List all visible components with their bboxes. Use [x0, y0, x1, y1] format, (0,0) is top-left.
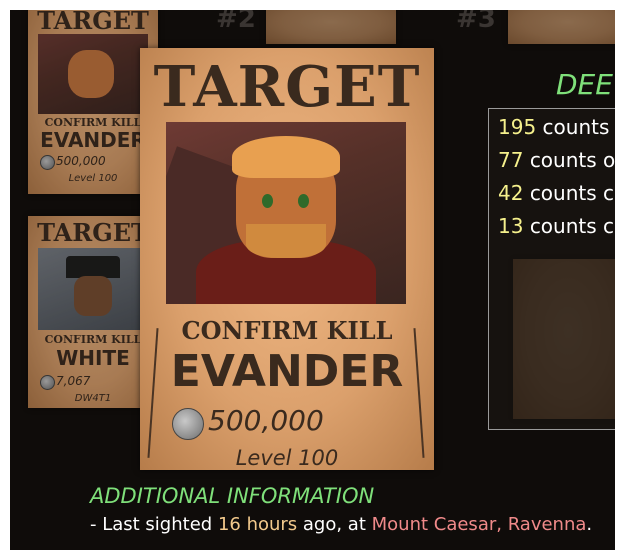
last-sighted-text: - Last sighted 16 hours ago, at Mount Ca…: [90, 514, 593, 535]
beard-icon: [246, 224, 326, 258]
poster-photo: [38, 248, 148, 330]
poster-photo: [38, 34, 148, 114]
poster-title: TARGET: [37, 218, 149, 247]
poster-name: EVANDER: [40, 128, 146, 152]
stat-row: 195 counts: [498, 115, 610, 139]
poster-name: EVANDER: [170, 346, 404, 397]
rank-2-label: #2: [216, 10, 256, 34]
stats-panel: 195 counts 77 counts o 42 counts c 13 co…: [488, 108, 615, 430]
hair-icon: [232, 136, 340, 178]
poster-name: WHITE: [56, 346, 130, 370]
main-wanted-poster[interactable]: TARGET CONFIRM KILL EVANDER 500,000 Leve…: [140, 48, 434, 470]
poster-confirm-label: CONFIRM KILL: [44, 333, 142, 346]
right-eye-icon: [298, 194, 309, 208]
game-viewport: #2 #3 TARGET CONFIRM KILL EVANDER 500,00…: [10, 10, 615, 550]
stat-row: 42 counts c: [498, 181, 615, 205]
character-head-icon: [74, 276, 112, 316]
poster-title: TARGET: [153, 54, 421, 120]
sighted-hours: 16 hours: [217, 514, 298, 535]
stat-row: 77 counts o: [498, 148, 615, 172]
hat-icon: [66, 256, 120, 278]
poster-bounty: 500,000: [56, 154, 106, 168]
left-eye-icon: [262, 194, 273, 208]
side-poster-white[interactable]: TARGET CONFIRM KILL WHITE 7,067 DW4T1: [28, 216, 158, 408]
sighted-location: Mount Caesar, Ravenna: [371, 514, 587, 535]
character-head-icon: [68, 50, 114, 98]
coin-icon: [40, 155, 55, 170]
poster-photo: [166, 122, 406, 304]
stat-row: 13 counts c: [498, 214, 615, 238]
bg-poster-panel: [513, 259, 615, 419]
bg-poster-top-middle: [266, 10, 396, 44]
side-poster-evander[interactable]: TARGET CONFIRM KILL EVANDER 500,000 Leve…: [28, 10, 158, 194]
poster-title: TARGET: [37, 10, 149, 35]
bg-poster-top-right: [508, 10, 615, 44]
additional-info-heading: ADDITIONAL INFORMATION: [90, 484, 375, 508]
poster-level: Level 100: [235, 446, 339, 470]
coin-icon: [172, 408, 204, 440]
character-head-icon: [232, 136, 340, 258]
poster-bounty: 7,067: [56, 374, 91, 388]
poster-bounty: 500,000: [208, 404, 324, 437]
stats-heading: DEE: [556, 68, 613, 101]
coin-icon: [40, 375, 55, 390]
poster-confirm-label: CONFIRM KILL: [181, 316, 393, 345]
rank-3-label: #3: [456, 10, 496, 34]
poster-level: Level 100: [68, 173, 118, 184]
poster-level: DW4T1: [74, 393, 112, 404]
